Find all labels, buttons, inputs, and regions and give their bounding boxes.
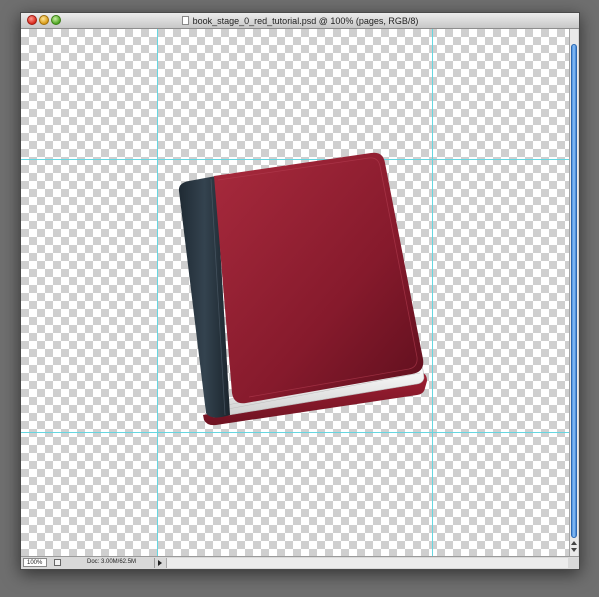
document-icon	[181, 16, 189, 25]
scroll-up-arrow-icon[interactable]	[571, 541, 577, 545]
status-bar: 100% Doc: 3.00M/62.5M	[21, 556, 579, 569]
horizontal-scrollbar[interactable]	[166, 558, 568, 568]
book-front-cover	[214, 152, 424, 404]
photoshop-document-window: book_stage_0_red_tutorial.psd @ 100% (pa…	[20, 12, 580, 570]
title-bar[interactable]: book_stage_0_red_tutorial.psd @ 100% (pa…	[21, 13, 579, 29]
disclosure-arrow-icon[interactable]	[158, 560, 162, 566]
scroll-down-arrow-icon[interactable]	[571, 548, 577, 552]
document-size-readout: Doc: 3.00M/62.5M	[87, 559, 137, 565]
document-canvas[interactable]	[21, 29, 569, 556]
vertical-scrollbar[interactable]	[569, 29, 578, 556]
window-title: book_stage_0_red_tutorial.psd @ 100% (pa…	[192, 15, 419, 26]
status-divider	[154, 558, 155, 568]
book-artwork	[178, 152, 427, 426]
window-title-wrap: book_stage_0_red_tutorial.psd @ 100% (pa…	[21, 13, 579, 28]
status-info-icon[interactable]	[54, 559, 61, 566]
vertical-scroll-thumb[interactable]	[571, 44, 577, 538]
zoom-level-field[interactable]: 100%	[23, 558, 47, 567]
